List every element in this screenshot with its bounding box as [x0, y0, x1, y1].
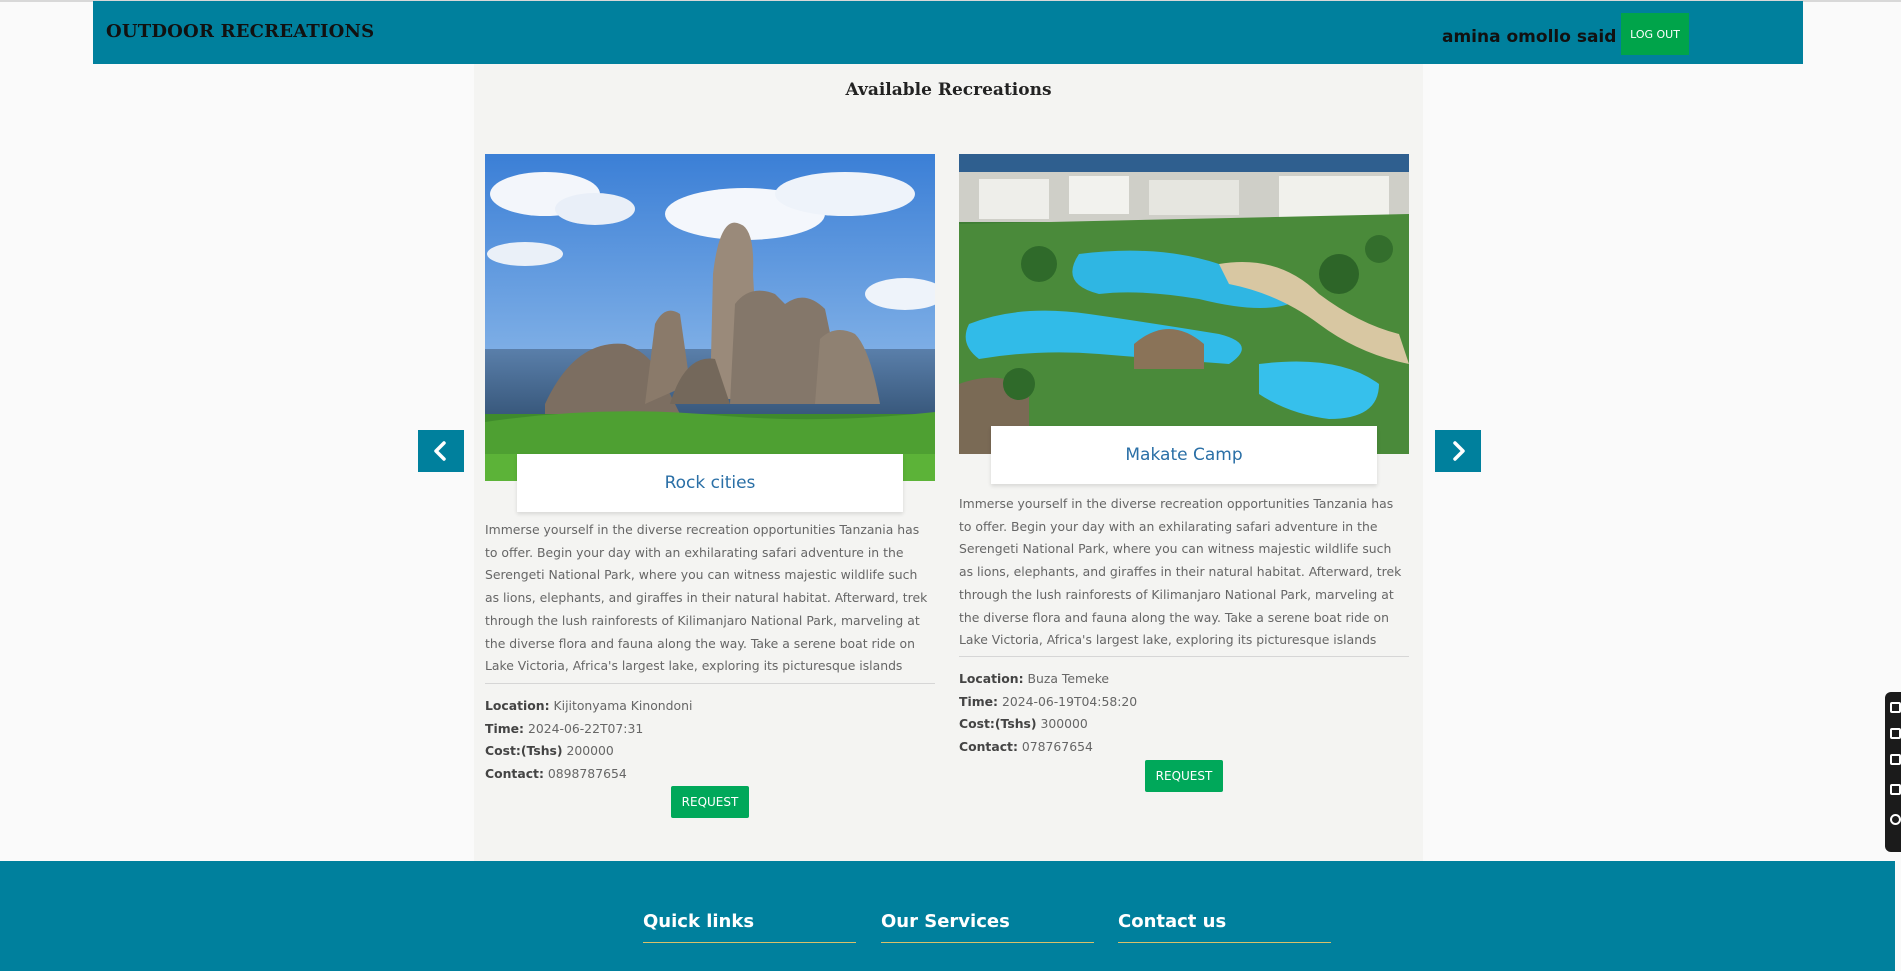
recreation-card: Rock cities Immerse yourself in the dive… [485, 154, 935, 824]
recreation-name: Makate Camp [1125, 445, 1243, 465]
contact-label: Contact: [959, 739, 1018, 755]
request-button[interactable]: REQUEST [1145, 760, 1223, 792]
footer-our-services: Our Services [881, 911, 1094, 943]
card-divider [485, 683, 935, 684]
recreation-photo [959, 154, 1409, 454]
cost-value: 300000 [1040, 716, 1088, 732]
recreation-name-box: Makate Camp [991, 426, 1377, 484]
footer-heading: Our Services [881, 911, 1010, 932]
location-value: Buza Temeke [1027, 671, 1110, 686]
tool-icon[interactable] [1890, 702, 1901, 713]
carousel-next-button[interactable] [1435, 430, 1481, 472]
top-header: OUTDOOR RECREATIONS amina omollo said LO… [93, 1, 1803, 64]
carousel-prev-button[interactable] [418, 430, 464, 472]
recreation-description: Immerse yourself in the diverse recreati… [959, 496, 1402, 648]
contact-row: Contact: 0898787654 [485, 763, 935, 786]
cost-label: Cost:(Tshs) [485, 743, 563, 759]
page-title: Available Recreations [845, 80, 1052, 100]
contact-value: 0898787654 [547, 766, 627, 782]
recreation-description: Immerse yourself in the diverse recreati… [485, 522, 928, 674]
recreation-name: Rock cities [664, 473, 756, 493]
footer-heading: Quick links [643, 911, 755, 932]
logout-button[interactable]: LOG OUT [1621, 13, 1689, 55]
cost-row: Cost:(Tshs) 200000 [485, 740, 935, 763]
time-label: Time: [485, 720, 524, 736]
card-divider [959, 656, 1409, 657]
location-label: Location: [959, 671, 1024, 686]
tool-icon[interactable] [1890, 784, 1901, 795]
tool-icon[interactable] [1890, 728, 1901, 739]
footer-underline [881, 942, 1094, 943]
recreation-details: Location: Kijitonyama Kinondoni Time: 20… [485, 695, 935, 786]
request-button[interactable]: REQUEST [671, 786, 749, 818]
recreation-details: Location: Buza Temeke Time: 2024-06-19T0… [959, 668, 1409, 759]
location-row: Location: Kijitonyama Kinondoni [485, 695, 935, 718]
contact-value: 078767654 [1021, 739, 1093, 755]
footer-underline [1118, 942, 1331, 943]
time-value: 2024-06-19T04:58:20 [1001, 693, 1138, 709]
recreations-panel: Available Recreations Rock cities Immers… [474, 64, 1423, 861]
time-row: Time: 2024-06-19T04:58:20 [959, 691, 1409, 714]
site-title: OUTDOOR RECREATIONS [106, 21, 375, 42]
contact-row: Contact: 078767654 [959, 736, 1409, 759]
chevron-left-icon [434, 441, 446, 461]
time-label: Time: [959, 693, 998, 709]
gear-icon[interactable] [1890, 814, 1901, 825]
cost-value: 200000 [566, 743, 614, 759]
location-row: Location: Buza Temeke [959, 668, 1409, 691]
contact-label: Contact: [485, 766, 544, 782]
recreation-name-box: Rock cities [517, 454, 903, 512]
recreation-card: Makate Camp Immerse yourself in the dive… [959, 154, 1409, 804]
location-label: Location: [485, 698, 550, 713]
cost-row: Cost:(Tshs) 300000 [959, 713, 1409, 736]
footer-underline [643, 942, 856, 943]
location-value: Kijitonyama Kinondoni [553, 698, 693, 713]
side-tool-strip[interactable] [1885, 692, 1901, 852]
footer-contact-us: Contact us [1118, 911, 1331, 943]
footer-quick-links: Quick links [643, 911, 856, 943]
time-row: Time: 2024-06-22T07:31 [485, 718, 935, 741]
cost-label: Cost:(Tshs) [959, 716, 1037, 732]
chevron-right-icon [1453, 441, 1465, 461]
site-footer: Quick links Our Services Contact us [0, 861, 1895, 971]
time-value: 2024-06-22T07:31 [527, 720, 644, 736]
tool-icon[interactable] [1890, 754, 1901, 765]
footer-heading: Contact us [1118, 911, 1227, 932]
user-name: amina omollo said [1442, 27, 1617, 47]
recreation-photo [485, 154, 935, 481]
